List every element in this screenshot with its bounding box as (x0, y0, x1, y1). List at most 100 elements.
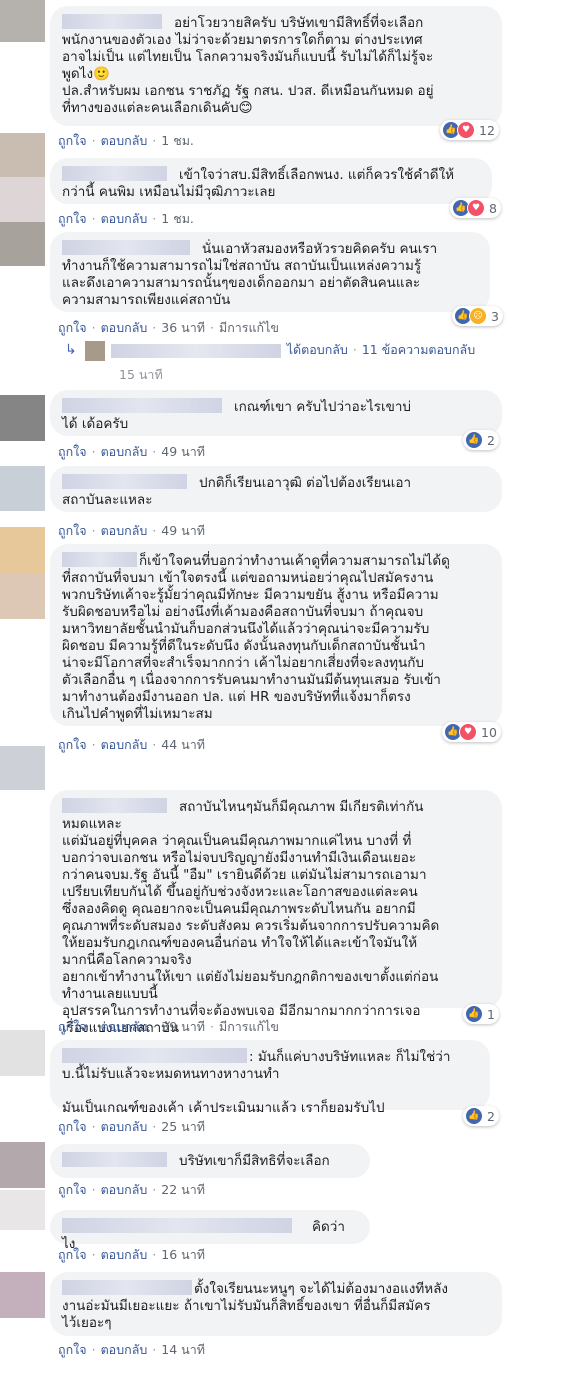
commenter-name[interactable] (62, 166, 167, 181)
avatar[interactable] (0, 133, 45, 177)
reaction-count: 10 (481, 724, 497, 740)
timestamp[interactable]: 39 นาที (161, 1019, 205, 1034)
like-link[interactable]: ถูกใจ (58, 320, 87, 335)
avatar[interactable] (0, 573, 45, 619)
like-link[interactable]: ถูกใจ (58, 1119, 87, 1134)
view-replies-row[interactable]: ↳ ได้ตอบกลับ · 11 ข้อความตอบกลับ 15 นาที (65, 340, 475, 385)
timestamp[interactable]: 49 นาที (161, 523, 205, 538)
comment-actions: ถูกใจ · ตอบกลับ · 25 นาที (58, 1119, 205, 1134)
timestamp[interactable]: 1 ชม. (161, 133, 194, 148)
reply-link[interactable]: ตอบกลับ (101, 1247, 148, 1262)
edited-label[interactable]: มีการแก้ไข (219, 320, 279, 335)
comment-actions: ถูกใจ · ตอบกลับ · 22 นาที (58, 1182, 205, 1197)
reply-link[interactable]: ตอบกลับ (101, 1182, 148, 1197)
like-reaction-icon: 👍 (465, 431, 483, 449)
comment-actions: ถูกใจ · ตอบกลับ · 1 ชม. (58, 133, 194, 148)
avatar[interactable] (0, 1272, 45, 1318)
reply-link[interactable]: ตอบกลับ (101, 1119, 148, 1134)
commenter-name[interactable] (62, 474, 187, 489)
replier-avatar (84, 340, 105, 361)
like-link[interactable]: ถูกใจ (58, 737, 87, 752)
comment-bubble: คิดว่าไง (50, 1210, 370, 1252)
comment-text: สถาบันไหนๆมันก็มีคุณภาพ มีเกียรติเท่ากัน… (62, 799, 440, 1036)
avatar[interactable] (0, 0, 45, 42)
comment-bubble: สถาบันไหนๆมันก็มีคุณภาพ มีเกียรติเท่ากัน… (50, 790, 502, 1036)
replier-name (110, 343, 281, 358)
reactions-count[interactable]: 👍 ☹ 3 (452, 306, 503, 326)
reply-link[interactable]: ตอบกลับ (101, 444, 148, 459)
comment-bubble: อย่าโวยวายสิครับ บริษัทเขามีสิทธิ์ที่จะเ… (50, 6, 502, 126)
reply-link[interactable]: ตอบกลับ (101, 1019, 148, 1034)
commenter-name[interactable] (62, 398, 222, 413)
commenter-name[interactable] (62, 1048, 247, 1063)
comment-text: อย่าโวยวายสิครับ บริษัทเขามีสิทธิ์ที่จะเ… (62, 15, 434, 116)
timestamp[interactable]: 36 นาที (161, 320, 205, 335)
timestamp[interactable]: 16 นาที (161, 1247, 205, 1262)
comment-actions: ถูกใจ · ตอบกลับ · 16 นาที (58, 1247, 205, 1262)
avatar[interactable] (0, 222, 45, 266)
like-link[interactable]: ถูกใจ (58, 444, 87, 459)
timestamp[interactable]: 14 นาที (161, 1342, 205, 1357)
reaction-count: 8 (489, 200, 497, 216)
avatar[interactable] (0, 177, 45, 222)
timestamp[interactable]: 1 ชม. (161, 211, 194, 226)
reactions-count[interactable]: 👍 ♥ 8 (450, 198, 501, 218)
commenter-name[interactable] (62, 1218, 292, 1233)
reply-count[interactable]: 11 ข้อความตอบกลับ (362, 342, 475, 357)
reaction-count: 2 (487, 432, 495, 448)
comment-actions: ถูกใจ · ตอบกลับ · 36 นาที · มีการแก้ไข (58, 320, 279, 335)
reply-link[interactable]: ตอบกลับ (101, 523, 148, 538)
sad-reaction-icon: ☹ (469, 307, 487, 325)
like-link[interactable]: ถูกใจ (58, 1247, 87, 1262)
comment-bubble: นั่นเอาหัวสมองหรือหัวรวยคิดครับ คนเรา ทำ… (50, 232, 490, 312)
like-link[interactable]: ถูกใจ (58, 211, 87, 226)
avatar[interactable] (0, 466, 45, 511)
comment-actions: ถูกใจ · ตอบกลับ · 49 นาที (58, 523, 205, 538)
commenter-name[interactable] (62, 1280, 192, 1295)
love-reaction-icon: ♥ (467, 199, 485, 217)
like-link[interactable]: ถูกใจ (58, 1182, 87, 1197)
avatar[interactable] (0, 527, 45, 573)
commenter-name[interactable] (62, 240, 190, 255)
avatar[interactable] (0, 746, 45, 790)
avatar[interactable] (0, 395, 45, 441)
love-reaction-icon: ♥ (459, 723, 477, 741)
commenter-name[interactable] (62, 552, 137, 567)
timestamp[interactable]: 22 นาที (161, 1182, 205, 1197)
avatar[interactable] (0, 1142, 45, 1188)
like-link[interactable]: ถูกใจ (58, 133, 87, 148)
timestamp[interactable]: 44 นาที (161, 737, 205, 752)
timestamp[interactable]: 25 นาที (161, 1119, 205, 1134)
reactions-count[interactable]: 👍 2 (463, 1106, 499, 1126)
edited-label[interactable]: มีการแก้ไข (219, 1019, 279, 1034)
comment-actions: ถูกใจ · ตอบกลับ · 1 ชม. (58, 211, 194, 226)
reaction-count: 1 (487, 1006, 495, 1022)
commenter-name[interactable] (62, 798, 167, 813)
reply-link[interactable]: ตอบกลับ (101, 211, 148, 226)
reactions-count[interactable]: 👍 ♥ 10 (442, 722, 501, 742)
comment-actions: ถูกใจ · ตอบกลับ · 14 นาที (58, 1342, 205, 1357)
reply-link[interactable]: ตอบกลับ (101, 133, 148, 148)
like-link[interactable]: ถูกใจ (58, 1019, 87, 1034)
comment-text: ก็เข้าใจคนที่บอกว่าทำงานเค้าดูที่ความสาม… (62, 553, 450, 722)
comment-bubble: เข้าใจว่าสบ.มีสิทธิ์เลือกพนง. แต่ก็ควรใช… (50, 158, 492, 204)
like-link[interactable]: ถูกใจ (58, 1342, 87, 1357)
like-reaction-icon: 👍 (465, 1005, 483, 1023)
avatar[interactable] (0, 1030, 45, 1076)
reply-link[interactable]: ตอบกลับ (101, 737, 148, 752)
avatar[interactable] (0, 1190, 45, 1230)
reaction-count: 3 (491, 308, 499, 324)
reactions-count[interactable]: 👍 ♥ 12 (440, 120, 499, 140)
reply-link[interactable]: ตอบกลับ (101, 1342, 148, 1357)
reply-link[interactable]: ตอบกลับ (101, 320, 148, 335)
commenter-name[interactable] (62, 1152, 167, 1167)
reaction-count: 2 (487, 1108, 495, 1124)
comment-bubble: บริษัทเขาก็มีสิทธิที่จะเลือก (50, 1144, 370, 1178)
like-link[interactable]: ถูกใจ (58, 523, 87, 538)
reactions-count[interactable]: 👍 2 (463, 430, 499, 450)
comment-bubble: เกณฑ์เขา ครับไปว่าอะไรเขาบ่ ได้ เด้อครับ (50, 390, 502, 436)
reactions-count[interactable]: 👍 1 (463, 1004, 499, 1024)
comment-bubble: ตั้งใจเรียนนะหนูๆ จะได้ไม่ต้องมางอแงทีหล… (50, 1272, 502, 1336)
timestamp[interactable]: 49 นาที (161, 444, 205, 459)
commenter-name[interactable] (62, 14, 162, 29)
